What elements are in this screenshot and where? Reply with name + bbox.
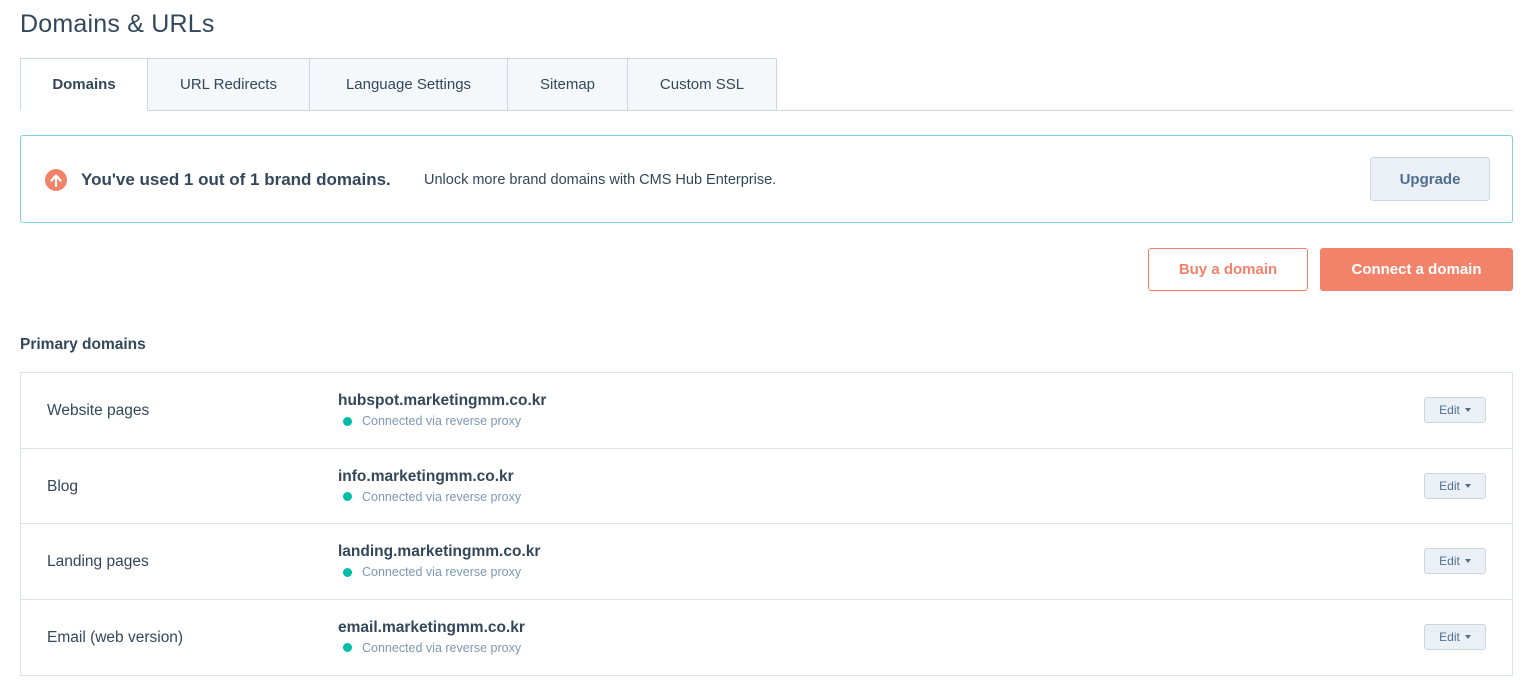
status-text: Connected via reverse proxy (362, 489, 522, 504)
table-row: Email (web version) email.marketingmm.co… (21, 599, 1512, 675)
status-text: Connected via reverse proxy (362, 565, 522, 579)
page-title: Domains & URLs (20, 10, 215, 38)
upgrade-button[interactable]: Upgrade (1370, 157, 1490, 201)
buy-domain-button[interactable]: Buy a domain (1148, 248, 1308, 291)
tab-divider (20, 110, 1513, 111)
edit-label: Edit (1439, 478, 1460, 493)
caret-down-icon (1464, 559, 1471, 563)
status-text: Connected via reverse proxy (362, 640, 522, 655)
brand-domains-alert: You've used 1 out of 1 brand domains. Un… (20, 135, 1513, 223)
edit-dropdown-button[interactable]: Edit (1424, 623, 1486, 650)
edit-label: Edit (1439, 403, 1460, 417)
edit-dropdown-button[interactable]: Edit (1424, 472, 1486, 499)
domain-name: email.marketingmm.co.kr (338, 618, 525, 636)
edit-label: Edit (1439, 554, 1460, 568)
connection-status: Connected via reverse proxy (343, 490, 521, 504)
status-dot-icon (343, 643, 352, 652)
status-dot-icon (343, 567, 352, 577)
status-dot-icon (343, 492, 352, 501)
status-text: Connected via reverse proxy (362, 414, 522, 428)
edit-dropdown-button[interactable]: Edit (1424, 548, 1486, 574)
caret-down-icon (1464, 408, 1471, 412)
row-label: Website pages (47, 402, 150, 419)
domain-name: info.marketingmm.co.kr (338, 467, 514, 485)
tab-custom-ssl[interactable]: Custom SSL (628, 58, 777, 111)
domain-name: landing.marketingmm.co.kr (338, 543, 541, 560)
connection-status: Connected via reverse proxy (343, 641, 521, 655)
domain-name: hubspot.marketingmm.co.kr (338, 392, 547, 409)
table-row: Website pages hubspot.marketingmm.co.kr … (21, 373, 1512, 449)
row-label: Blog (47, 477, 79, 495)
alert-message: Unlock more brand domains with CMS Hub E… (424, 172, 777, 188)
tab-language-settings[interactable]: Language Settings (310, 58, 508, 111)
edit-dropdown-button[interactable]: Edit (1424, 397, 1486, 423)
tab-sitemap[interactable]: Sitemap (508, 58, 628, 111)
connection-status: Connected via reverse proxy (343, 414, 521, 428)
status-dot-icon (343, 416, 352, 426)
tab-url-redirects[interactable]: URL Redirects (148, 58, 310, 111)
row-label: Email (web version) (47, 628, 184, 646)
primary-domains-heading: Primary domains (20, 336, 146, 353)
connection-status: Connected via reverse proxy (343, 565, 521, 579)
connect-domain-button[interactable]: Connect a domain (1320, 248, 1513, 291)
table-row: Blog info.marketingmm.co.kr Connected vi… (21, 448, 1512, 524)
caret-down-icon (1464, 634, 1471, 639)
primary-domains-table: Website pages hubspot.marketingmm.co.kr … (20, 372, 1513, 676)
tab-domains[interactable]: Domains (20, 58, 148, 111)
alert-heading: You've used 1 out of 1 brand domains. (81, 170, 391, 189)
row-label: Landing pages (47, 553, 149, 570)
edit-label: Edit (1439, 629, 1460, 644)
caret-down-icon (1464, 483, 1471, 488)
table-row: Landing pages landing.marketingmm.co.kr … (21, 524, 1512, 600)
arrow-up-circle-icon (45, 169, 67, 191)
tab-bar: Domains URL Redirects Language Settings … (20, 58, 777, 111)
